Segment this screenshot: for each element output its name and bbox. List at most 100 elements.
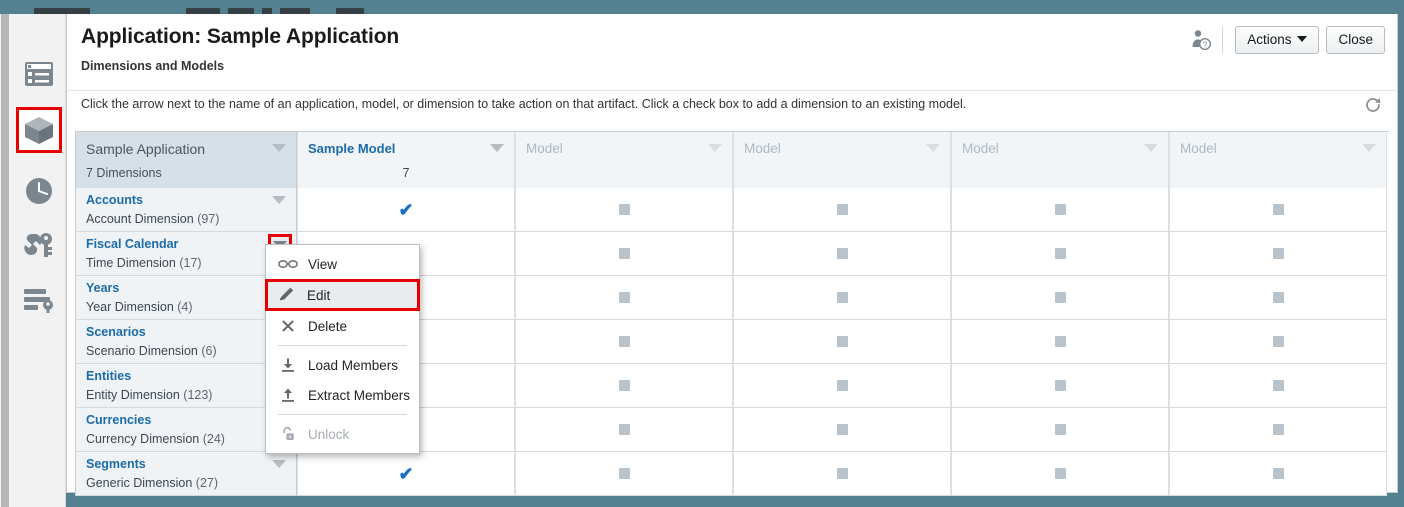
model-cell-empty[interactable] bbox=[733, 276, 951, 320]
context-menu-item-load-members[interactable]: Load Members bbox=[266, 350, 419, 380]
dimension-cell-scenarios[interactable]: Scenarios Scenario Dimension (6) bbox=[75, 320, 297, 364]
chevron-down-icon bbox=[1297, 36, 1308, 42]
chevron-down-icon[interactable] bbox=[926, 144, 940, 152]
checkbox-icon[interactable] bbox=[836, 424, 848, 435]
model-cell-empty[interactable] bbox=[1169, 320, 1387, 364]
model-cell-empty[interactable] bbox=[1169, 188, 1387, 232]
dimension-description: Entity Dimension bbox=[86, 388, 180, 402]
dimension-cell-fiscal-calendar[interactable]: Fiscal Calendar Time Dimension (17) bbox=[75, 232, 297, 276]
grid-header-model-1[interactable]: Model bbox=[515, 132, 733, 188]
model-cell-empty[interactable] bbox=[1169, 232, 1387, 276]
model-cell-empty[interactable] bbox=[951, 276, 1169, 320]
chevron-down-icon[interactable] bbox=[1144, 144, 1158, 152]
model-cell-empty[interactable] bbox=[733, 320, 951, 364]
model-cell-empty[interactable] bbox=[515, 408, 733, 452]
chevron-down-icon[interactable] bbox=[272, 196, 286, 204]
checkbox-icon[interactable] bbox=[836, 248, 848, 259]
model-cell-empty[interactable] bbox=[951, 320, 1169, 364]
checkbox-icon[interactable] bbox=[1272, 292, 1284, 303]
model-cell-empty[interactable] bbox=[515, 276, 733, 320]
sidebar-item-applications-list[interactable] bbox=[19, 54, 59, 94]
user-help-icon[interactable]: ? bbox=[1190, 29, 1212, 51]
model-cell-empty[interactable] bbox=[515, 452, 733, 496]
chevron-down-icon[interactable] bbox=[272, 144, 286, 152]
sidebar-item-dimensions-and-models[interactable] bbox=[16, 107, 62, 153]
grid-header-model-0[interactable]: Sample Model 7 bbox=[297, 132, 515, 188]
model-cell-empty[interactable] bbox=[515, 320, 733, 364]
checkbox-icon[interactable] bbox=[1054, 468, 1066, 479]
grid-header-application[interactable]: Sample Application 7 Dimensions bbox=[75, 132, 297, 188]
dimension-cell-currencies[interactable]: Currencies Currency Dimension (24) bbox=[75, 408, 297, 452]
grid-header-model-3[interactable]: Model bbox=[951, 132, 1169, 188]
checkbox-icon[interactable] bbox=[1054, 204, 1066, 215]
close-button[interactable]: Close bbox=[1326, 26, 1385, 54]
chevron-down-icon[interactable] bbox=[708, 144, 722, 152]
checkbox-icon[interactable] bbox=[1272, 336, 1284, 347]
checkbox-icon[interactable] bbox=[1054, 292, 1066, 303]
context-menu-item-edit[interactable]: Edit bbox=[265, 279, 420, 311]
model-cell-empty[interactable] bbox=[951, 232, 1169, 276]
model-cell-empty[interactable] bbox=[1169, 364, 1387, 408]
actions-button[interactable]: Actions bbox=[1235, 26, 1320, 54]
model-cell-empty[interactable] bbox=[733, 364, 951, 408]
refresh-icon[interactable] bbox=[1363, 95, 1383, 120]
dimension-name[interactable]: Accounts bbox=[86, 192, 296, 209]
model-cell-checked[interactable]: ✔ bbox=[297, 452, 515, 496]
sidebar-item-data-access[interactable] bbox=[19, 280, 59, 320]
dimension-cell-entities[interactable]: Entities Entity Dimension (123) bbox=[75, 364, 297, 408]
page-scrollbar[interactable] bbox=[0, 14, 10, 507]
dimension-cell-segments[interactable]: Segments Generic Dimension (27) bbox=[75, 452, 297, 496]
checkbox-icon[interactable] bbox=[618, 204, 630, 215]
model-cell-empty[interactable] bbox=[733, 188, 951, 232]
checkbox-icon[interactable] bbox=[1272, 468, 1284, 479]
model-cell-empty[interactable] bbox=[951, 364, 1169, 408]
model-cell-empty[interactable] bbox=[515, 188, 733, 232]
model-cell-empty[interactable] bbox=[951, 408, 1169, 452]
checkbox-icon[interactable] bbox=[1272, 424, 1284, 435]
checkbox-icon[interactable] bbox=[836, 292, 848, 303]
model-cell-empty[interactable] bbox=[515, 364, 733, 408]
dimension-cell-accounts[interactable]: Accounts Account Dimension (97) bbox=[75, 188, 297, 232]
checkbox-icon[interactable] bbox=[618, 468, 630, 479]
sidebar-item-jobs[interactable] bbox=[19, 171, 59, 211]
chevron-down-icon[interactable] bbox=[490, 144, 504, 152]
checkbox-icon[interactable] bbox=[836, 336, 848, 347]
grid-header-model-2[interactable]: Model bbox=[733, 132, 951, 188]
model-cell-checked[interactable]: ✔ bbox=[297, 188, 515, 232]
checkbox-icon[interactable] bbox=[1054, 424, 1066, 435]
checkbox-icon[interactable] bbox=[618, 248, 630, 259]
checkbox-icon[interactable] bbox=[836, 204, 848, 215]
checkbox-icon[interactable] bbox=[618, 292, 630, 303]
dimension-cell-years[interactable]: Years Year Dimension (4) bbox=[75, 276, 297, 320]
model-cell-empty[interactable] bbox=[951, 188, 1169, 232]
checkbox-icon[interactable] bbox=[618, 336, 630, 347]
model-cell-empty[interactable] bbox=[1169, 276, 1387, 320]
checkbox-icon[interactable] bbox=[1054, 380, 1066, 391]
model-cell-empty[interactable] bbox=[733, 232, 951, 276]
model-cell-empty[interactable] bbox=[515, 232, 733, 276]
model-cell-empty[interactable] bbox=[733, 408, 951, 452]
checkbox-icon[interactable] bbox=[1272, 204, 1284, 215]
checkbox-icon[interactable] bbox=[1054, 248, 1066, 259]
checkbox-icon[interactable] bbox=[836, 468, 848, 479]
checkbox-icon[interactable] bbox=[1054, 336, 1066, 347]
checkbox-icon[interactable] bbox=[618, 380, 630, 391]
chevron-down-icon[interactable] bbox=[1362, 144, 1376, 152]
checkbox-icon[interactable] bbox=[1272, 248, 1284, 259]
context-menu-item-view[interactable]: View bbox=[266, 249, 419, 279]
chevron-down-icon[interactable] bbox=[272, 460, 286, 468]
model-cell-empty[interactable] bbox=[733, 452, 951, 496]
model-cell-empty[interactable] bbox=[951, 452, 1169, 496]
checkbox-icon[interactable] bbox=[1272, 380, 1284, 391]
sidebar-item-security[interactable] bbox=[19, 226, 59, 266]
screen: Application: Sample Application Dimensio… bbox=[0, 0, 1404, 507]
checkbox-icon[interactable] bbox=[836, 380, 848, 391]
checkbox-icon[interactable] bbox=[618, 424, 630, 435]
context-menu-item-extract-members[interactable]: Extract Members bbox=[266, 380, 419, 410]
model-cell-empty[interactable] bbox=[1169, 408, 1387, 452]
dimension-name[interactable]: Segments bbox=[86, 456, 296, 473]
page-scrollbar-thumb[interactable] bbox=[1, 14, 9, 507]
model-cell-empty[interactable] bbox=[1169, 452, 1387, 496]
context-menu-item-delete[interactable]: Delete bbox=[266, 311, 419, 341]
grid-header-model-4[interactable]: Model bbox=[1169, 132, 1387, 188]
